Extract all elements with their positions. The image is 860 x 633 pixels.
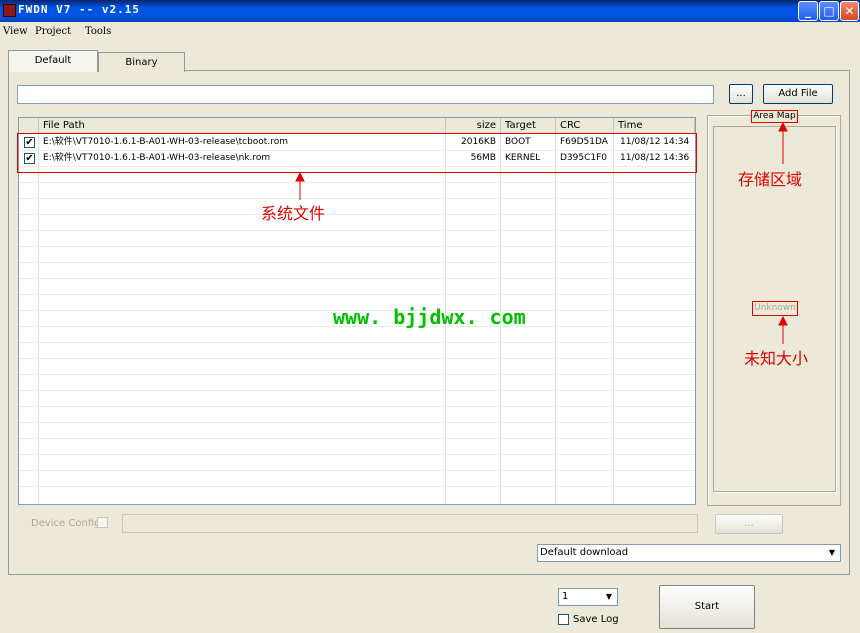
close-button[interactable]: ✕ xyxy=(840,1,859,21)
row-line xyxy=(19,358,695,359)
row-line xyxy=(19,198,695,199)
column-divider xyxy=(38,134,39,504)
menu-view[interactable]: View xyxy=(3,26,28,37)
header-time[interactable]: Time xyxy=(614,118,695,134)
row-line xyxy=(19,470,695,471)
row-line xyxy=(19,486,695,487)
device-config-input[interactable] xyxy=(122,514,698,533)
device-config-label: Device Config xyxy=(31,518,101,529)
device-config-checkbox[interactable] xyxy=(97,517,108,528)
row-line xyxy=(19,374,695,375)
column-divider xyxy=(613,134,614,504)
row-line xyxy=(19,230,695,231)
browse-button[interactable]: ... xyxy=(729,84,753,104)
download-mode-select[interactable]: Default download ▼ xyxy=(537,544,841,562)
area-map-label: Area Map xyxy=(751,110,798,123)
row-line xyxy=(19,422,695,423)
header-target[interactable]: Target xyxy=(501,118,556,134)
annotation-rows-box xyxy=(17,133,697,173)
tab-binary[interactable]: Binary xyxy=(98,52,185,72)
chevron-down-icon[interactable]: ▼ xyxy=(825,546,839,560)
row-line xyxy=(19,454,695,455)
count-value: 1 xyxy=(562,591,569,602)
device-config-browse-button[interactable]: ... xyxy=(715,514,783,534)
save-log-label: Save Log xyxy=(573,614,619,625)
row-line xyxy=(19,182,695,183)
row-line xyxy=(19,294,695,295)
save-log-checkbox[interactable] xyxy=(558,614,569,625)
window-title: FWDN V7 -- v2.15 xyxy=(18,3,140,16)
row-line xyxy=(19,406,695,407)
annotation-unknown-size: 未知大小 xyxy=(744,349,809,368)
row-line xyxy=(19,262,695,263)
row-line xyxy=(19,246,695,247)
menu-tools[interactable]: Tools xyxy=(85,26,111,37)
row-line xyxy=(19,214,695,215)
app-icon[interactable] xyxy=(3,4,16,17)
maximize-button[interactable]: □ xyxy=(819,1,839,21)
start-button[interactable]: Start xyxy=(659,585,755,629)
minimize-button[interactable]: _ xyxy=(798,1,818,21)
download-mode-value: Default download xyxy=(540,547,629,558)
count-select[interactable]: 1 ▼ xyxy=(558,588,618,606)
list-header: File Path size Target CRC Time xyxy=(19,118,695,134)
header-crc[interactable]: CRC xyxy=(556,118,614,134)
unknown-size-label: Unknown xyxy=(752,301,798,316)
column-divider xyxy=(555,134,556,504)
annotation-system-files: 系统文件 xyxy=(261,204,326,223)
tab-default[interactable]: Default xyxy=(8,50,98,72)
menu-project[interactable]: Project xyxy=(35,26,71,37)
watermark: www. bjjdwx. com xyxy=(333,305,526,329)
header-check[interactable] xyxy=(19,118,39,134)
row-line xyxy=(19,390,695,391)
row-line xyxy=(19,342,695,343)
file-path-input[interactable] xyxy=(17,85,714,104)
chevron-down-icon[interactable]: ▼ xyxy=(602,590,616,604)
header-file-path[interactable]: File Path xyxy=(39,118,446,134)
add-file-button[interactable]: Add File xyxy=(763,84,833,104)
column-divider xyxy=(695,134,696,505)
annotation-storage-area: 存储区域 xyxy=(738,170,803,189)
header-size[interactable]: size xyxy=(446,118,501,134)
menu-bar xyxy=(0,22,860,42)
row-line xyxy=(19,278,695,279)
row-line xyxy=(19,438,695,439)
